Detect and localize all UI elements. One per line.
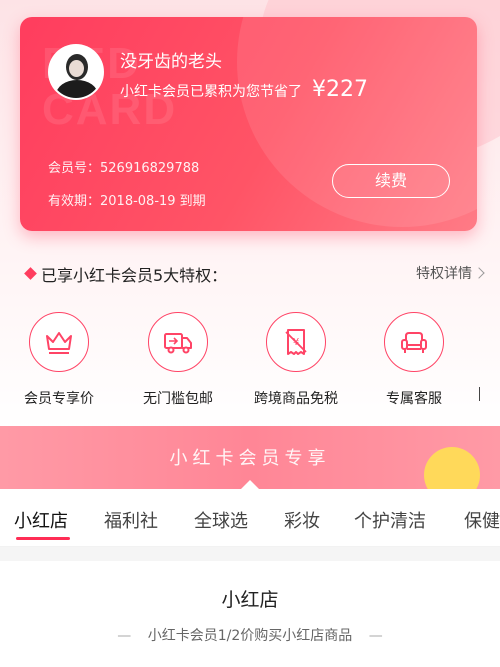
privilege-label: 无门槛包邮 bbox=[143, 391, 213, 407]
privilege-item-partial[interactable] bbox=[476, 385, 500, 407]
privilege-label: 专属客服 bbox=[386, 391, 442, 407]
banner-pointer bbox=[241, 480, 259, 489]
privilege-item-free-shipping[interactable]: 无门槛包邮 bbox=[123, 312, 233, 412]
privilege-label: 跨境商品免税 bbox=[254, 391, 338, 407]
tab-baojian[interactable]: 保健 bbox=[464, 507, 500, 533]
tax-free-icon: ¥ bbox=[266, 312, 326, 372]
username: 没牙齿的老头 bbox=[120, 52, 222, 72]
tab-caizhuang[interactable]: 彩妆 bbox=[284, 507, 320, 533]
tab-fulishe[interactable]: 福利社 bbox=[104, 507, 158, 533]
privilege-label: 会员专享价 bbox=[24, 391, 94, 407]
banner-title: 小红卡会员专享 bbox=[169, 448, 331, 469]
renew-button[interactable]: 续费 bbox=[332, 164, 450, 198]
truck-icon bbox=[148, 312, 208, 372]
privilege-item-member-price[interactable]: 会员专享价 bbox=[4, 312, 114, 412]
privileges-title: 已享小红卡会员5大特权： bbox=[41, 266, 228, 285]
privileges-detail-link[interactable]: 特权详情 bbox=[416, 263, 472, 283]
category-tabs: 小红店 福利社 全球选 彩妆 个护清洁 保健 bbox=[0, 489, 500, 547]
privileges-header: 已享小红卡会员5大特权： 特权详情 bbox=[24, 262, 486, 286]
diamond-bullet-icon bbox=[24, 267, 37, 280]
section-subtitle-text: 小红卡会员1/2价购买小红店商品 bbox=[147, 628, 353, 644]
expiry-date: 有效期：2018-08-19 到期 bbox=[48, 194, 206, 209]
avatar[interactable] bbox=[48, 44, 104, 100]
crown-icon bbox=[29, 312, 89, 372]
savings-line: 小红卡会员已累积为您节省了 ¥227 bbox=[120, 77, 368, 102]
privilege-item-tax-free[interactable]: ¥ 跨境商品免税 bbox=[241, 312, 351, 412]
section-title: 小红店 bbox=[221, 589, 279, 611]
savings-text: 小红卡会员已累积为您节省了 bbox=[120, 84, 302, 100]
tab-xiaohongdian[interactable]: 小红店 bbox=[14, 507, 68, 533]
section-divider bbox=[0, 547, 500, 561]
member-card[interactable]: REDCARD 没牙齿的老头 小红卡会员已累积为您节省了 ¥227 会员号：52… bbox=[20, 17, 477, 231]
partial-privilege-glyph bbox=[479, 387, 489, 401]
savings-amount: ¥227 bbox=[312, 77, 368, 102]
chevron-right-icon[interactable] bbox=[473, 267, 485, 279]
dash-left: — bbox=[117, 628, 132, 644]
privilege-item-customer-service[interactable]: 专属客服 bbox=[359, 312, 469, 412]
tab-gehu-qingjie[interactable]: 个护清洁 bbox=[354, 507, 426, 533]
dash-right: — bbox=[368, 628, 383, 644]
active-tab-indicator bbox=[16, 537, 70, 540]
sofa-icon bbox=[384, 312, 444, 372]
section-subtitle: — 小红卡会员1/2价购买小红店商品 — bbox=[0, 625, 500, 645]
tab-quanqiuxuan[interactable]: 全球选 bbox=[194, 507, 248, 533]
member-number: 会员号：526916829788 bbox=[48, 161, 200, 176]
